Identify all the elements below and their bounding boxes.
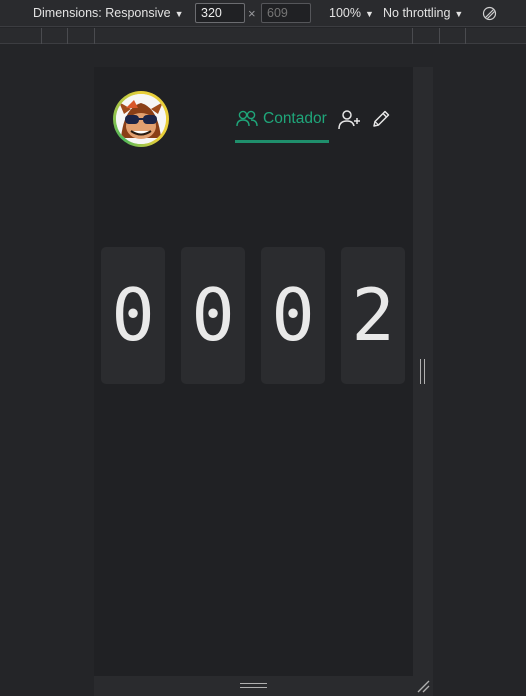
width-input[interactable] <box>195 3 245 23</box>
bottom-resize-handle-icon[interactable] <box>240 683 267 688</box>
edit-icon[interactable] <box>371 109 391 129</box>
zoom-caret-icon: ▼ <box>364 9 374 19</box>
ruler-divider <box>412 28 413 44</box>
ruler-divider <box>465 28 466 44</box>
throttling-caret-icon: ▼ <box>454 9 464 19</box>
nav-contador-tab[interactable]: Contador <box>235 105 329 143</box>
zoom-label: 100% <box>329 6 361 20</box>
users-icon <box>236 110 258 127</box>
counter-digit: 0 <box>181 247 245 384</box>
device-viewport: Contador 0 0 0 2 <box>94 67 413 676</box>
counter-digit: 2 <box>341 247 405 384</box>
dimensions-label: Dimensions: Responsive <box>33 6 171 20</box>
zoom-dropdown[interactable]: 100% ▼ <box>329 0 374 27</box>
ruler-divider <box>439 28 440 44</box>
counter-digit: 0 <box>101 247 165 384</box>
dimensions-dropdown[interactable]: Dimensions: Responsive ▼ <box>33 0 183 27</box>
device-toolbar: Dimensions: Responsive▼ × 100%▼ No throt… <box>0 0 526 27</box>
avatar-image <box>116 94 166 144</box>
dimensions-caret-icon: ▼ <box>174 9 184 19</box>
ruler-divider <box>67 28 68 44</box>
height-input[interactable] <box>261 3 311 23</box>
add-user-icon[interactable] <box>338 109 362 131</box>
media-query-bar[interactable] <box>0 28 526 44</box>
throttling-label: No throttling <box>383 6 451 20</box>
throttling-dropdown[interactable]: No throttling ▼ <box>383 0 463 27</box>
ruler-divider <box>94 28 95 44</box>
rotate-icon[interactable] <box>482 6 497 21</box>
right-resize-handle-icon[interactable] <box>420 359 425 384</box>
avatar[interactable] <box>113 91 169 147</box>
times-symbol: × <box>248 6 256 21</box>
corner-resize-grip-icon[interactable] <box>416 679 430 693</box>
counter-digit: 0 <box>261 247 325 384</box>
nav-contador-label: Contador <box>263 110 327 127</box>
ruler-divider <box>41 28 42 44</box>
